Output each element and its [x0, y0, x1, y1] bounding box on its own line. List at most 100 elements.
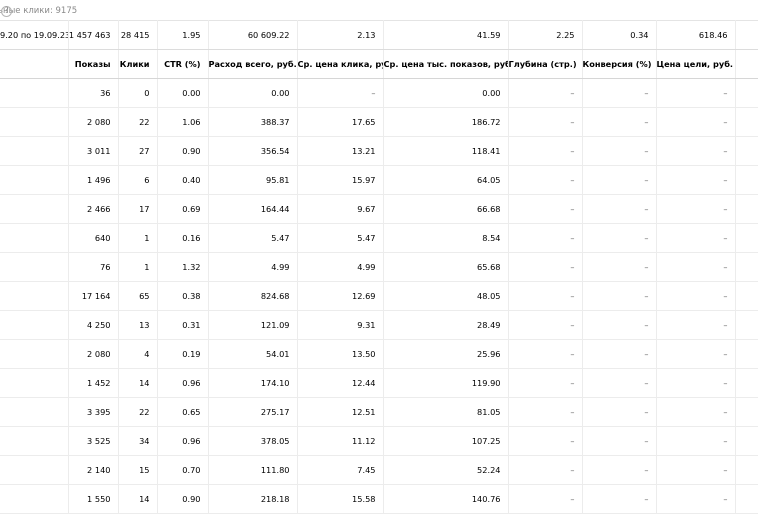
cell-spend: 174.10	[208, 368, 298, 398]
header-depth[interactable]: Глубина (стр.)	[508, 49, 583, 79]
cell-clicks: 27	[118, 136, 158, 166]
cell-clicks: 17	[118, 194, 158, 224]
cell-impressions: 1 496	[68, 165, 119, 195]
table-row[interactable]: 2 080 22 1.06 388.37 17.65 186.72– – –	[0, 107, 758, 137]
row-overflow-cell	[735, 107, 758, 137]
cell-clicks: 65	[118, 281, 158, 311]
cell-avg-cpm: 52.24	[383, 455, 509, 485]
table-row[interactable]: 1 452 14 0.96 174.10 12.44 119.90– – –	[0, 368, 758, 398]
cell-clicks: 1	[118, 223, 158, 253]
table-row[interactable]: 1 496 6 0.40 95.81 15.97 64.05– – –	[0, 165, 758, 195]
cell-impressions: 4 250	[68, 310, 119, 340]
cell-goal-cost: –	[656, 310, 736, 340]
cell-avg-cpc: 9.67	[297, 194, 384, 224]
cell-avg-cpc: 15.97	[297, 165, 384, 195]
unique-clicks-note: ьные клики: 9175?	[0, 0, 758, 20]
cell-spend: 0.00	[208, 78, 298, 108]
row-overflow-cell	[735, 310, 758, 340]
cell-clicks: 6	[118, 165, 158, 195]
cell-goal-cost: –	[656, 281, 736, 311]
row-overflow-cell	[735, 397, 758, 427]
cell-avg-cpm: 107.25	[383, 426, 509, 456]
cell-clicks: 22	[118, 397, 158, 427]
table-row[interactable]: 3 011 27 0.90 356.54 13.21 118.41– – –	[0, 136, 758, 166]
cell-impressions: 3 525	[68, 426, 119, 456]
help-icon[interactable]: ?	[1, 6, 12, 17]
cell-impressions: 2 140	[68, 455, 119, 485]
cell-conversion: –	[582, 397, 657, 427]
cell-spend: 356.54	[208, 136, 298, 166]
cell-clicks: 1	[118, 252, 158, 282]
header-avg-cpm[interactable]: Ср. цена тыс. показов, руб.	[383, 49, 509, 79]
cell-spend: 54.01	[208, 339, 298, 369]
row-label-cell	[0, 252, 69, 282]
row-overflow-cell	[735, 484, 758, 514]
cell-impressions: 76	[68, 252, 119, 282]
cell-avg-cpc: 13.21	[297, 136, 384, 166]
cell-clicks: 4	[118, 339, 158, 369]
table-row[interactable]: 3 395 22 0.65 275.17 12.51 81.05– – –	[0, 397, 758, 427]
table-row[interactable]: 4 250 13 0.31 121.09 9.31 28.49– – –	[0, 310, 758, 340]
cell-goal-cost: –	[656, 426, 736, 456]
cell-avg-cpm: 118.41	[383, 136, 509, 166]
header-conversion[interactable]: Конверсия (%)	[582, 49, 657, 79]
cell-depth: –	[508, 484, 583, 514]
cell-impressions: 1 452	[68, 368, 119, 398]
cell-conversion: –	[582, 368, 657, 398]
table-row[interactable]: 36 0 0.00 0.00–0.00– – –	[0, 78, 758, 108]
row-label-cell	[0, 484, 69, 514]
cell-depth: –	[508, 194, 583, 224]
row-label-cell	[0, 107, 69, 137]
header-ctr[interactable]: CTR (%)	[157, 49, 209, 79]
cell-avg-cpm: 48.05	[383, 281, 509, 311]
cell-avg-cpm: 186.72	[383, 107, 509, 137]
row-overflow-cell	[735, 281, 758, 311]
totals-row: 9.20 по 19.09.23 1 457 463 28 415 1.95 6…	[0, 20, 758, 50]
cell-spend: 378.05	[208, 426, 298, 456]
cell-avg-cpm: 119.90	[383, 368, 509, 398]
cell-avg-cpm: 65.68	[383, 252, 509, 282]
cell-spend: 95.81	[208, 165, 298, 195]
cell-clicks: 13	[118, 310, 158, 340]
row-label-cell	[0, 426, 69, 456]
cell-avg-cpm: 140.76	[383, 484, 509, 514]
table-row[interactable]: 2 080 4 0.19 54.01 13.50 25.96– – –	[0, 339, 758, 369]
table-row[interactable]: 1 550 14 0.90 218.18 15.58 140.76– – –	[0, 484, 758, 514]
header-spend[interactable]: Расход всего, руб.	[208, 49, 298, 79]
table-row[interactable]: 2 140 15 0.70 111.80 7.45 52.24– – –	[0, 455, 758, 485]
cell-goal-cost: –	[656, 107, 736, 137]
cell-conversion: –	[582, 339, 657, 369]
cell-conversion: –	[582, 310, 657, 340]
cell-ctr: 1.32	[157, 252, 209, 282]
total-ctr: 1.95	[157, 20, 209, 50]
cell-impressions: 2 080	[68, 107, 119, 137]
table-row[interactable]: 2 466 17 0.69 164.44 9.67 66.68– – –	[0, 194, 758, 224]
cell-goal-cost: –	[656, 165, 736, 195]
cell-avg-cpc: 12.69	[297, 281, 384, 311]
cell-spend: 4.99	[208, 252, 298, 282]
cell-avg-cpc: 15.58	[297, 484, 384, 514]
header-avg-cpc[interactable]: Ср. цена клика, руб.	[297, 49, 384, 79]
header-clicks[interactable]: Клики	[118, 49, 158, 79]
cell-depth: –	[508, 281, 583, 311]
cell-spend: 5.47	[208, 223, 298, 253]
cell-avg-cpc: 9.31	[297, 310, 384, 340]
cell-conversion: –	[582, 281, 657, 311]
cell-goal-cost: –	[656, 455, 736, 485]
cell-spend: 111.80	[208, 455, 298, 485]
cell-avg-cpm: 28.49	[383, 310, 509, 340]
table-row[interactable]: 17 164 65 0.38 824.68 12.69 48.05– – –	[0, 281, 758, 311]
row-overflow-cell	[735, 455, 758, 485]
cell-conversion: –	[582, 136, 657, 166]
cell-conversion: –	[582, 426, 657, 456]
cell-avg-cpm: 25.96	[383, 339, 509, 369]
table-row[interactable]: 3 525 34 0.96 378.05 11.12 107.25– – –	[0, 426, 758, 456]
table-row[interactable]: 640 1 0.16 5.47 5.47 8.54– – –	[0, 223, 758, 253]
row-label-cell	[0, 310, 69, 340]
cell-impressions: 2 080	[68, 339, 119, 369]
header-impressions[interactable]: Показы	[68, 49, 119, 79]
cell-spend: 121.09	[208, 310, 298, 340]
header-goal-cost[interactable]: Цена цели, руб.	[656, 49, 736, 79]
total-conversion: 0.34	[582, 20, 657, 50]
table-row[interactable]: 76 1 1.32 4.99 4.99 65.68– – –	[0, 252, 758, 282]
